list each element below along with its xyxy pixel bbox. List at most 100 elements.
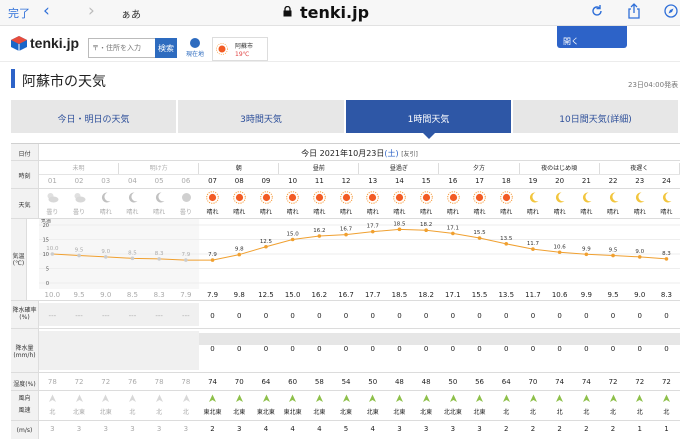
wind-direction-value: 北	[182, 409, 189, 416]
tab-today-tomorrow[interactable]: 今日・明日の天気	[11, 100, 178, 133]
hour-cell: 14	[394, 177, 404, 185]
wind-direction-value: 北東	[420, 409, 433, 416]
precip-value: 0	[557, 345, 562, 353]
wind-arrow-icon	[609, 394, 618, 403]
humidity-value: 54	[341, 378, 351, 386]
current-location-label: 現在地	[185, 51, 204, 58]
temperature-data-label: 9.5	[609, 247, 618, 253]
temperature-value: 8.3	[660, 291, 672, 299]
wind-speed-value: 2	[530, 425, 536, 433]
humidity-value: 64	[261, 378, 271, 386]
tab-10day[interactable]: 10日間天気(詳細)	[513, 100, 680, 133]
precip-prob-label: 降水確率 (%)	[11, 301, 39, 328]
wind-direction-value: 北	[529, 409, 536, 416]
precip-prob-value: 0	[423, 312, 429, 320]
share-icon[interactable]	[627, 3, 641, 19]
hour-cell: 18	[501, 177, 511, 185]
humidity-value: 72	[635, 378, 645, 386]
sun-icon	[206, 191, 219, 204]
temperature-data-label: 16.2	[313, 228, 325, 234]
forward-button[interactable]: ›	[88, 1, 95, 21]
sun-icon	[419, 191, 433, 204]
hour-cell: 04	[127, 177, 137, 185]
mini-weather[interactable]: 阿蘇市 19℃	[212, 37, 268, 61]
humidity-value: 58	[314, 378, 324, 386]
temperature-data-label: 18.5	[393, 221, 406, 227]
back-button[interactable]: ‹	[43, 1, 50, 21]
weather-text: 晴れ	[366, 209, 379, 216]
past-shading	[39, 331, 200, 370]
temperature-data-label: 8.3	[155, 251, 164, 257]
temperature-data-label: 17.7	[367, 224, 380, 230]
precip-prob-row: 降水確率 (%) --- --- --- --- --- --- 0 0 0 0 0 0 0 0 0 0 0 0 0 0…	[11, 301, 680, 329]
precip-prob-value: 0	[637, 312, 642, 320]
site-logo[interactable]: tenki.jp	[30, 35, 79, 51]
wind-speed-value: 2	[610, 425, 616, 433]
hour-cell: 12	[341, 177, 351, 185]
precip-bar-area	[199, 333, 680, 345]
wind-direction-value: 北東	[393, 409, 406, 416]
temperature-data-label: 12.5	[260, 239, 273, 245]
hour-cell: 19	[528, 177, 538, 185]
temperature-data-label: 11.7	[527, 241, 540, 247]
moon-icon	[527, 191, 540, 204]
wind-arrow-icon	[342, 394, 351, 403]
precip-prob-label-text: 降水確率	[12, 307, 37, 314]
temperature-data-label: 15.5	[473, 230, 486, 236]
precip-prob-value: 0	[290, 312, 295, 320]
date-value: 今日 2021年10月23日	[301, 149, 385, 158]
temperature-value: 12.5	[258, 291, 274, 299]
date-label: 日付	[11, 144, 39, 160]
precip-value: 0	[397, 345, 402, 353]
temperature-value: 8.5	[126, 291, 138, 299]
title-accent	[11, 69, 15, 88]
temperature-value: 18.5	[391, 291, 408, 299]
tab-1hour[interactable]: 1時間天気	[346, 100, 513, 139]
text-size-button[interactable]: ぁあ	[121, 6, 141, 21]
search-button[interactable]: 検索	[155, 38, 177, 58]
logo-icon	[11, 36, 27, 51]
wind-arrow-icon	[182, 394, 191, 403]
time-row: 時刻 未明 明け方朝昼前 昼過ぎ 夕方 夜のはじめ頃 夜遅く 01 02 03 04 05 06 07 0…	[11, 161, 680, 189]
precip-prob-value: 0	[504, 312, 509, 320]
wind-speed-value: 1	[664, 425, 669, 433]
popup-open-button[interactable]: 開く	[557, 26, 627, 48]
weather-text: 晴れ	[340, 209, 353, 216]
weather-text: 晴れ	[99, 209, 112, 216]
precip-prob-value: ---	[48, 312, 57, 320]
precip-prob-value: 0	[530, 312, 536, 320]
wind-arrow-icon	[315, 394, 324, 403]
tab-3hour[interactable]: 3時間天気	[178, 100, 346, 133]
temperature-value: 9.9	[580, 291, 592, 299]
wind-direction-value: 北	[156, 409, 163, 416]
period-label: 夜のはじめ頃	[520, 163, 600, 174]
sun-icon	[446, 191, 460, 204]
wind-arrow-icon	[235, 394, 244, 403]
moon-icon	[580, 191, 593, 204]
precip-value: 0	[290, 345, 295, 353]
weather-text: 曇り	[179, 209, 192, 216]
temperature-row: 気温 (℃) 10.0 9.5 9.0 8.5 8.3 7.9 7.9 9.8 12.5 15.0 1…	[11, 219, 680, 301]
time-divider	[39, 174, 680, 175]
humidity-value: 56	[475, 378, 484, 386]
temperature-point	[184, 258, 188, 262]
hour-cell: 21	[581, 177, 591, 185]
wind-arrow-icon	[582, 394, 591, 403]
sun-icon	[393, 191, 406, 204]
current-location-button[interactable]: 現在地	[183, 38, 207, 60]
moon-icon	[126, 191, 139, 204]
weather-text: 晴れ	[393, 209, 406, 216]
y-tick-label: 10	[43, 252, 49, 258]
weather-text: 晴れ	[313, 209, 326, 216]
precip-value: 0	[210, 345, 215, 353]
search-input[interactable]	[88, 38, 155, 58]
compass-icon[interactable]	[664, 4, 678, 18]
precip-prob-value: 0	[210, 312, 215, 320]
done-button[interactable]: 完了	[8, 5, 30, 21]
reload-icon[interactable]	[590, 4, 604, 18]
url-text[interactable]: tenki.jp	[300, 3, 369, 22]
weather-text: 晴れ	[553, 209, 566, 216]
precip-value: 0	[317, 345, 322, 353]
cloud-moon-icon	[73, 191, 86, 204]
wind-speed-value: 4	[290, 425, 295, 433]
